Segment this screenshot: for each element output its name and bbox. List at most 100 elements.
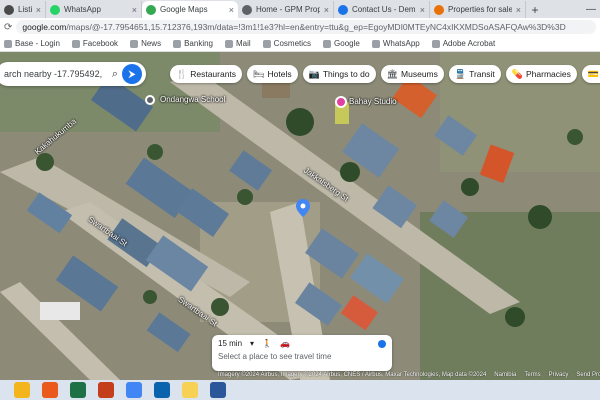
bookmark-favicon-icon: [4, 39, 12, 48]
tab-title: Google Maps: [160, 5, 208, 14]
bookmark-item[interactable]: Adobe Acrobat: [431, 39, 496, 48]
close-tab-icon[interactable]: ×: [229, 5, 234, 15]
attribution-item[interactable]: Namibia: [494, 372, 516, 380]
browser-tab[interactable]: Home - GPM Property ×: [238, 1, 334, 18]
bookmark-label: Adobe Acrobat: [442, 39, 496, 48]
attribution-item[interactable]: Imagery ©2024 Airbus, Imagery ©2024 Airb…: [218, 372, 486, 380]
walking-icon[interactable]: 🚶: [262, 339, 272, 348]
attribution-item[interactable]: Terms: [524, 372, 540, 380]
category-chip[interactable]: 🚆 Transit: [448, 65, 501, 83]
favicon-icon: [146, 4, 156, 15]
school-label[interactable]: Ondangwa School: [160, 95, 225, 104]
category-chip[interactable]: 🍴 Restaurants: [170, 65, 243, 83]
browser-tab[interactable]: Google Maps ×: [142, 1, 238, 18]
powerpoint-icon[interactable]: [98, 382, 114, 398]
favicon-icon: [50, 4, 60, 15]
close-tab-icon[interactable]: ×: [36, 5, 41, 15]
travel-time-select[interactable]: 15 min: [218, 339, 242, 348]
bookmark-item[interactable]: Mail: [225, 39, 251, 48]
bookmark-item[interactable]: Banking: [173, 39, 213, 48]
minimize-icon[interactable]: —: [582, 1, 600, 18]
location-pin-icon[interactable]: [296, 199, 310, 217]
chip-label: Pharmacies: [525, 69, 571, 79]
category-chip[interactable]: 💳ATMs: [581, 65, 600, 83]
bookmark-item[interactable]: Base - Login: [4, 39, 60, 48]
bookmark-item[interactable]: News: [130, 39, 161, 48]
school-pin-icon[interactable]: [145, 95, 155, 105]
bookmark-item[interactable]: WhatsApp: [371, 39, 420, 48]
travel-time-card[interactable]: 15 min ▾ 🚶 🚗 Select a place to see trave…: [212, 335, 392, 371]
tab-title: Properties for sale in C: [448, 5, 512, 14]
reload-icon[interactable]: ⟳: [4, 22, 12, 33]
word-icon[interactable]: [210, 382, 226, 398]
satellite-map[interactable]: Ondangwa School Bahay Studio Jakkalsberg…: [0, 52, 600, 380]
directions-button[interactable]: ⮞: [122, 64, 142, 84]
category-chips: 🍴 Restaurants 🛏 Hotels 📷 Things to do 🏛 Museums…: [170, 65, 600, 83]
attribution-item[interactable]: Privacy: [549, 372, 569, 380]
file-explorer-icon[interactable]: [14, 382, 30, 398]
favicon-icon: [242, 4, 252, 15]
bookmark-favicon-icon: [431, 39, 440, 48]
bookmark-favicon-icon: [371, 39, 380, 48]
bookmarks-bar: Base - Login Facebook News Banking Mail Cosme…: [0, 36, 600, 52]
bookmark-label: Base - Login: [15, 39, 60, 48]
address-bar[interactable]: google.com/maps/@-17.7954651,15.712376,1…: [16, 20, 596, 34]
category-chip[interactable]: 💊 Pharmacies: [505, 65, 577, 83]
salon-label[interactable]: Bahay Studio: [349, 97, 397, 106]
bookmark-label: Mail: [236, 39, 251, 48]
map-search-box[interactable]: arch nearby -17.795492, ⌕ ⮞: [0, 62, 146, 86]
bed-icon: 🛏: [253, 68, 265, 79]
salon-pin-icon[interactable]: [335, 96, 347, 108]
travel-caption: Select a place to see travel time: [218, 352, 332, 361]
close-tab-icon[interactable]: ×: [420, 5, 425, 15]
excel-icon[interactable]: [70, 382, 86, 398]
fork-knife-icon: 🍴: [176, 68, 188, 79]
tab-title: Home - GPM Property: [256, 5, 320, 14]
close-tab-icon[interactable]: ×: [132, 5, 137, 15]
new-tab-button[interactable]: +: [526, 1, 544, 18]
bookmark-label: Banking: [184, 39, 213, 48]
map-attribution: Imagery ©2024 Airbus, Imagery ©2024 Airb…: [218, 372, 600, 380]
close-tab-icon[interactable]: ×: [324, 5, 329, 15]
bookmark-favicon-icon: [225, 39, 233, 48]
bookmark-favicon-icon: [71, 39, 80, 48]
bookmark-favicon-icon: [323, 39, 332, 48]
chrome-icon[interactable]: [126, 382, 142, 398]
browser-tab[interactable]: Contact Us - Demush ×: [334, 1, 430, 18]
bookmark-favicon-icon: [173, 39, 182, 48]
bookmark-favicon-icon: [262, 39, 271, 48]
address-host: google.com: [22, 22, 67, 32]
bookmark-favicon-icon: [130, 39, 139, 48]
category-chip[interactable]: 🏛 Museums: [380, 65, 444, 83]
chip-label: Restaurants: [190, 69, 237, 79]
sticky-notes-icon[interactable]: [182, 382, 198, 398]
chip-label: Transit: [469, 69, 495, 79]
bookmark-item[interactable]: Google: [323, 39, 360, 48]
bookmark-item[interactable]: Cosmetics: [262, 39, 311, 48]
search-icon[interactable]: ⌕: [112, 68, 118, 81]
car-icon[interactable]: 🚗: [280, 339, 290, 348]
search-input[interactable]: arch nearby -17.795492,: [4, 69, 108, 79]
tab-title: Contact Us - Demush: [352, 5, 416, 14]
travel-mode-indicator[interactable]: [378, 339, 386, 348]
browser-tab[interactable]: WhatsApp ×: [46, 1, 142, 18]
bookmark-item[interactable]: Facebook: [71, 39, 119, 48]
outlook-icon[interactable]: [154, 382, 170, 398]
bookmark-label: Facebook: [82, 39, 119, 48]
browser-toolbar: ⟳ google.com/maps/@-17.7954651,15.712376…: [0, 18, 600, 36]
browser-tab[interactable]: Properties for sale in C ×: [430, 1, 526, 18]
chip-label: Things to do: [322, 69, 370, 79]
browser-tab[interactable]: Listing ×: [0, 1, 46, 18]
media-player-icon[interactable]: [42, 382, 58, 398]
train-icon: 🚆: [454, 68, 467, 79]
chevron-down-icon[interactable]: ▾: [250, 339, 254, 348]
category-chip[interactable]: 🛏 Hotels: [247, 65, 298, 83]
tab-title: WhatsApp: [64, 5, 101, 14]
close-tab-icon[interactable]: ×: [516, 5, 521, 15]
cash-icon: 💳: [587, 68, 600, 79]
attribution-item[interactable]: Send Product Feedback: [576, 372, 600, 380]
favicon-icon: [4, 4, 14, 15]
chip-label: Museums: [401, 69, 438, 79]
tab-strip: Listing×WhatsApp×Google Maps×Home - GPM …: [0, 0, 600, 18]
category-chip[interactable]: 📷 Things to do: [302, 65, 376, 83]
